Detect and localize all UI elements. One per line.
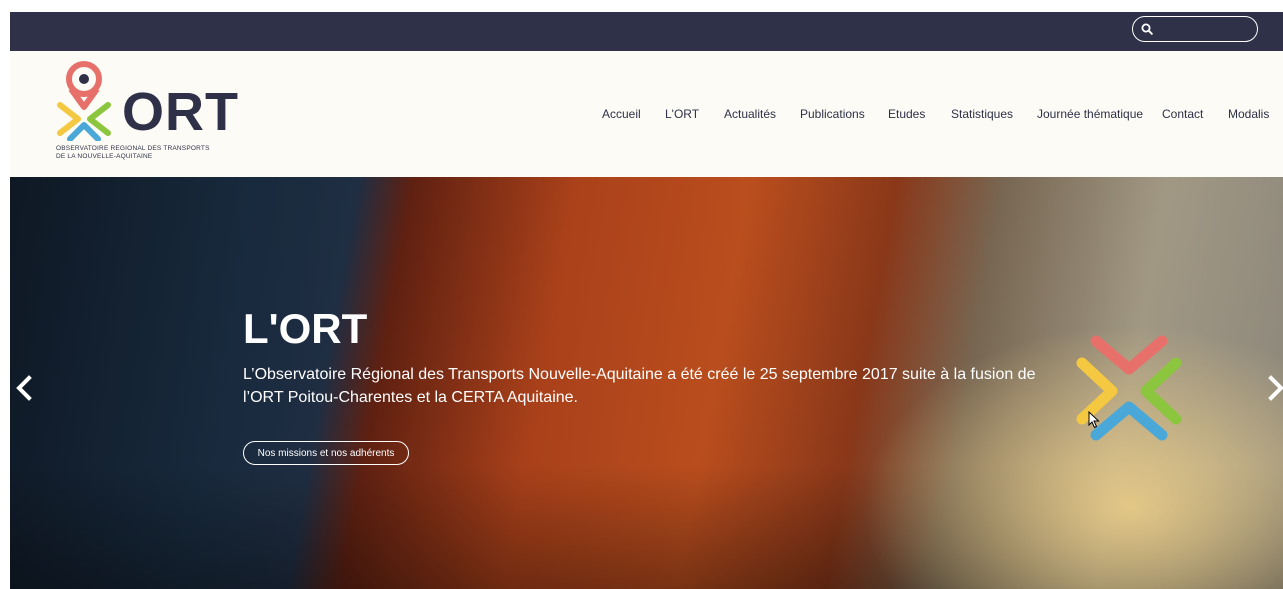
- nav-item-contact[interactable]: Contact: [1162, 107, 1203, 121]
- top-bar: [10, 12, 1283, 51]
- mouse-cursor-icon: [1088, 411, 1100, 429]
- nav-item-statistiques[interactable]: Statistiques: [951, 107, 1013, 121]
- search-icon: [1141, 23, 1153, 35]
- nav-item-actualites[interactable]: Actualités: [724, 107, 776, 121]
- chevron-left-icon[interactable]: [14, 375, 34, 401]
- logo-wordmark: ORT: [122, 82, 239, 142]
- nav-item-publications[interactable]: Publications: [800, 107, 865, 121]
- logo-subtitle: OBSERVATOIRE REGIONAL DES TRANSPORTS DE …: [56, 145, 236, 161]
- logo-subtitle-line2: DE LA NOUVELLE-AQUITAINE: [56, 153, 153, 160]
- hero-carousel: L'ORT L’Observatoire Régional des Transp…: [10, 177, 1283, 589]
- nav-item-ort[interactable]: L'ORT: [665, 107, 699, 121]
- nav-item-modalis[interactable]: Modalis: [1228, 107, 1269, 121]
- hero-title: L'ORT: [243, 305, 368, 352]
- nav-item-etudes[interactable]: Etudes: [888, 107, 925, 121]
- chevron-right-icon[interactable]: [1266, 375, 1283, 401]
- search-input[interactable]: [1159, 19, 1253, 39]
- site-logo[interactable]: ORT OBSERVATOIRE REGIONAL DES TRANSPORTS…: [56, 61, 239, 171]
- search-box[interactable]: [1132, 16, 1258, 42]
- map-pin-cross-icon: [57, 61, 111, 141]
- nav-item-accueil[interactable]: Accueil: [602, 107, 641, 121]
- site-header: ORT OBSERVATOIRE REGIONAL DES TRANSPORTS…: [10, 51, 1283, 177]
- missions-button[interactable]: Nos missions et nos adhérents: [243, 441, 409, 465]
- nav-item-journee-thematique[interactable]: Journée thématique: [1037, 107, 1143, 121]
- logo-subtitle-line1: OBSERVATOIRE REGIONAL DES TRANSPORTS: [56, 145, 210, 152]
- hero-description: L’Observatoire Régional des Transports N…: [243, 366, 1036, 406]
